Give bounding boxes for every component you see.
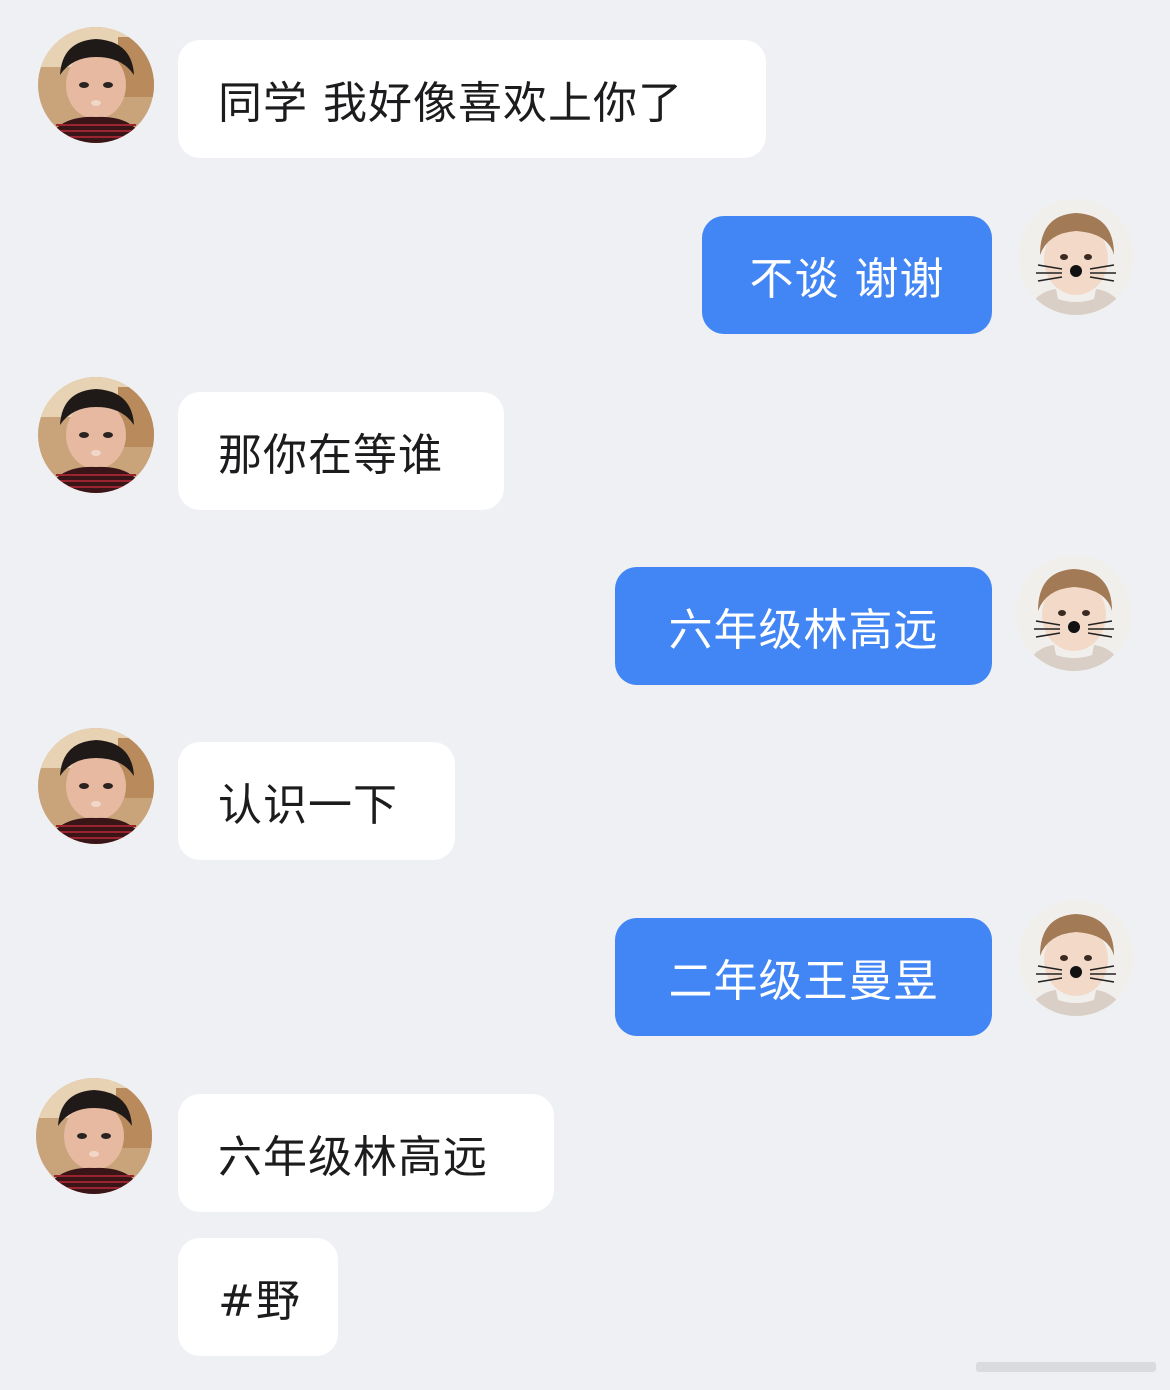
self-avatar[interactable] [1018,199,1134,315]
boy-portrait-avatar-icon [38,27,154,143]
watermark-logo-icon [976,1362,1156,1372]
self-avatar[interactable] [1016,555,1132,671]
incoming-message[interactable]: 六年级林高远 [178,1094,554,1212]
incoming-message[interactable]: 同学 我好像喜欢上你了 [178,40,766,158]
incoming-message[interactable]: 认识一下 [178,742,455,860]
message-text: 二年级王曼昱 [668,956,939,1007]
watermark [976,1354,1156,1380]
cat-filter-portrait-avatar-icon [1018,199,1134,315]
sender-avatar[interactable] [38,27,154,143]
boy-portrait-avatar-icon [38,728,154,844]
outgoing-message[interactable]: 六年级林高远 [615,567,992,685]
self-avatar[interactable] [1018,900,1134,1016]
cat-filter-portrait-avatar-icon [1016,555,1132,671]
boy-portrait-avatar-icon [36,1078,152,1194]
boy-portrait-avatar-icon [38,377,154,493]
message-text: 那你在等谁 [218,430,443,481]
message-text: 六年级林高远 [668,605,939,656]
incoming-message[interactable]: 那你在等谁 [178,392,504,510]
message-text: 不谈 谢谢 [749,254,945,305]
cat-filter-portrait-avatar-icon [1018,900,1134,1016]
message-text: 六年级林高远 [218,1132,488,1183]
message-text: 认识一下 [218,780,398,831]
incoming-message[interactable]: #野 [178,1238,338,1356]
chat-thread: 同学 我好像喜欢上你了 不谈 谢谢 那你在等谁 六年级林高远 认识一下 二年级王… [0,0,1170,1390]
sender-avatar[interactable] [38,728,154,844]
sender-avatar[interactable] [36,1078,152,1194]
outgoing-message[interactable]: 不谈 谢谢 [702,216,992,334]
outgoing-message[interactable]: 二年级王曼昱 [615,918,992,1036]
sender-avatar[interactable] [38,377,154,493]
message-text: #野 [218,1276,301,1327]
message-text: 同学 我好像喜欢上你了 [218,78,683,129]
